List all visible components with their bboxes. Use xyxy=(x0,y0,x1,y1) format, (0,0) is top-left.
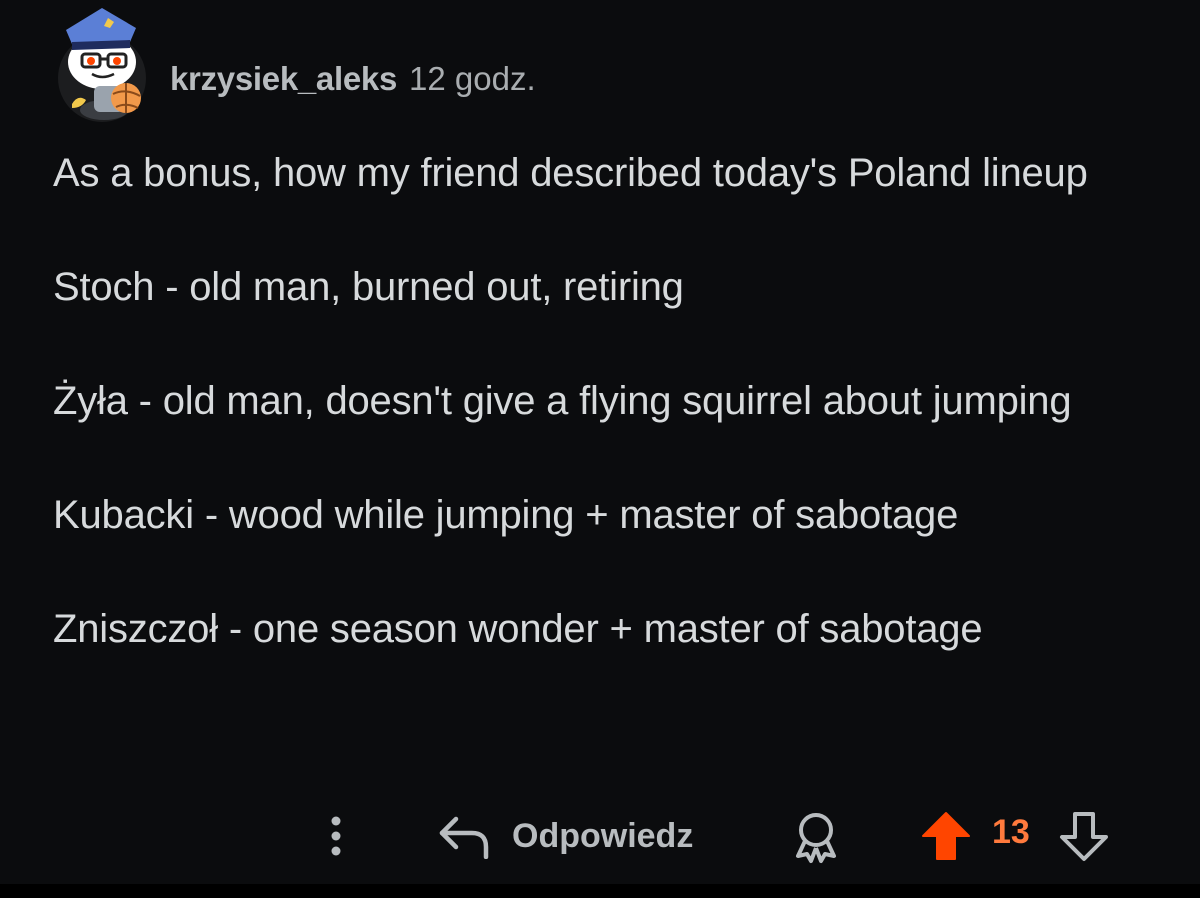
upvote-arrow-icon xyxy=(922,812,970,860)
upvote-button[interactable] xyxy=(918,808,974,864)
reply-label: Odpowiedz xyxy=(512,816,694,855)
award-button[interactable] xyxy=(788,808,844,866)
comment-header: krzysiek_aleks 12 godz. xyxy=(56,0,536,130)
comment-paragraph: As a bonus, how my friend described toda… xyxy=(53,151,1088,195)
comment-timestamp: 12 godz. xyxy=(409,60,536,97)
comment-action-bar: Odpowiedz 13 xyxy=(0,800,1200,874)
award-icon xyxy=(796,813,836,863)
reply-arrow-icon xyxy=(439,816,489,859)
comment-paragraph: Żyła - old man, doesn't give a flying sq… xyxy=(53,379,1072,423)
comment-paragraph: Kubacki - wood while jumping + master of… xyxy=(53,493,959,537)
comment-paragraph: Stoch - old man, burned out, retiring xyxy=(53,265,684,309)
comment-card: krzysiek_aleks 12 godz. As a bonus, how … xyxy=(0,0,1200,884)
reply-button[interactable]: Odpowiedz xyxy=(436,810,693,862)
more-options-button[interactable] xyxy=(318,810,354,862)
downvote-arrow-icon xyxy=(1060,812,1108,861)
bottom-divider xyxy=(0,884,1200,898)
comment-body: As a bonus, how my friend described toda… xyxy=(53,150,1163,720)
author-username[interactable]: krzysiek_aleks xyxy=(170,60,397,98)
vote-score: 13 xyxy=(992,813,1030,851)
vertical-dots-icon xyxy=(331,816,341,856)
user-avatar[interactable] xyxy=(56,4,152,122)
comment-paragraph: Zniszczoł - one season wonder + master o… xyxy=(53,607,983,651)
avatar-snoo-icon xyxy=(58,8,146,122)
downvote-button[interactable] xyxy=(1056,808,1112,864)
